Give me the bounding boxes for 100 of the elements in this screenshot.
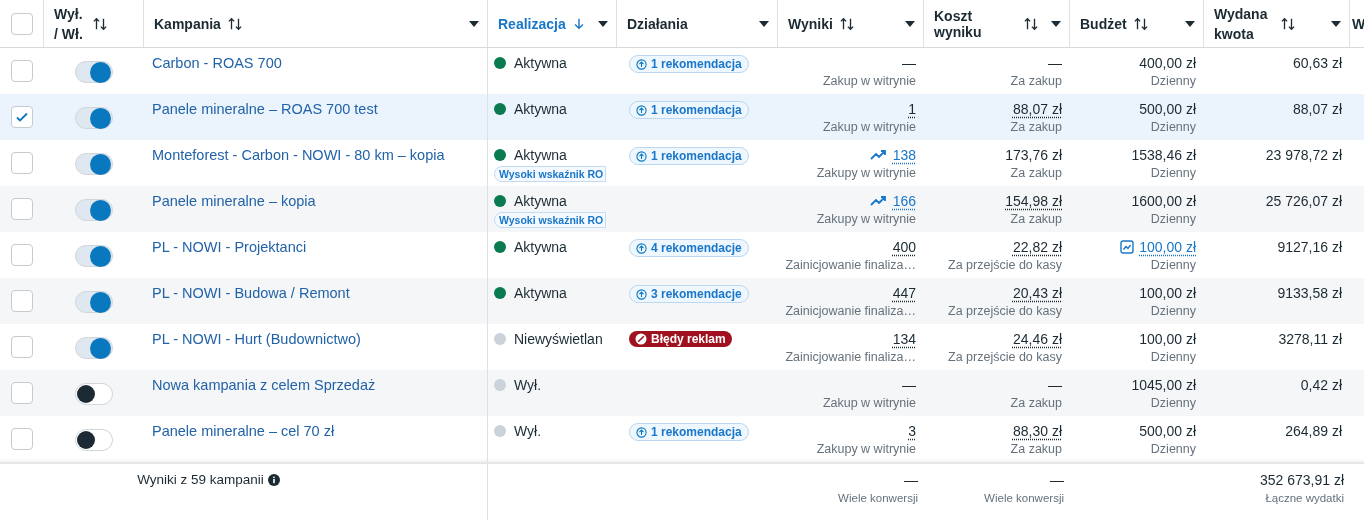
budget-label: Dzienny xyxy=(1150,74,1196,88)
results-value[interactable]: 1 xyxy=(908,101,916,117)
results-value[interactable]: 447 xyxy=(892,285,916,301)
results-label: Zakupy w witrynie xyxy=(816,166,916,180)
row-checkbox[interactable] xyxy=(11,152,33,174)
recommendation-badge[interactable]: 1 rekomendacja xyxy=(629,147,749,165)
column-header[interactable]: Koszt wyniku xyxy=(934,7,1017,40)
caret-icon[interactable] xyxy=(1331,20,1341,27)
sort-icon[interactable] xyxy=(226,16,243,31)
budget-value: 100,00 zł xyxy=(1139,285,1196,301)
sort-icon[interactable] xyxy=(838,16,855,31)
column-header[interactable]: Wył. / Wł. xyxy=(54,3,86,44)
status-text: Wył. xyxy=(514,423,542,439)
cost-value[interactable]: 154,98 zł xyxy=(1005,193,1062,209)
recommendation-badge[interactable]: 4 rekomendacje xyxy=(629,239,749,257)
caret-icon[interactable] xyxy=(469,20,479,27)
caret-icon[interactable] xyxy=(1185,20,1195,27)
alert-badge[interactable]: Wysoki wskaźnik RO xyxy=(494,166,607,182)
recommendation-badge[interactable]: 1 rekomendacja xyxy=(629,55,749,73)
column-header[interactable]: Kampania xyxy=(154,15,221,32)
alert-badge[interactable]: Wysoki wskaźnik RO xyxy=(494,212,607,228)
column-header[interactable]: Budżet xyxy=(1080,15,1127,32)
budget-label: Dzienny xyxy=(1150,258,1196,272)
column-header[interactable]: Realizacja xyxy=(498,15,566,32)
campaign-link[interactable]: PL - NOWI - Budowa / Remont xyxy=(152,285,350,301)
toggle-switch[interactable] xyxy=(75,383,113,405)
results-value[interactable]: 400 xyxy=(892,239,916,255)
results-value[interactable]: 134 xyxy=(892,331,916,347)
row-checkbox[interactable] xyxy=(11,60,33,82)
toggle-switch[interactable] xyxy=(75,291,113,313)
row-checkbox[interactable] xyxy=(11,428,33,450)
sort-icon[interactable] xyxy=(1132,16,1149,31)
toggle-switch[interactable] xyxy=(75,153,113,175)
cost-value[interactable]: 88,30 zł xyxy=(1012,423,1062,439)
spent-value: 25 726,07 zł xyxy=(1265,193,1342,209)
sort-icon[interactable] xyxy=(92,16,108,31)
cost-label: Za zakup xyxy=(1010,120,1062,134)
column-header[interactable]: Działania xyxy=(627,15,688,32)
error-badge[interactable]: Błędy reklam xyxy=(629,331,732,347)
campaign-link[interactable]: PL - NOWI - Projektanci xyxy=(152,239,307,255)
row-checkbox[interactable] xyxy=(11,106,33,128)
cost-value[interactable]: 88,07 zł xyxy=(1012,101,1062,117)
cost-label: Za zakup xyxy=(1010,442,1062,456)
results-value: — xyxy=(902,377,916,393)
campaign-link[interactable]: Panele mineralne – kopia xyxy=(152,193,316,209)
status-text: Niewyświetlan xyxy=(514,331,603,347)
campaign-link[interactable]: Nowa kampania z celem Sprzedaż xyxy=(152,377,376,393)
chart-icon[interactable] xyxy=(1120,240,1135,254)
sort-icon[interactable] xyxy=(1280,16,1296,31)
status-text: Aktywna xyxy=(514,101,567,117)
cost-value: — xyxy=(1048,55,1062,71)
row-checkbox[interactable] xyxy=(11,336,33,358)
budget-value[interactable]: 100,00 zł xyxy=(1139,239,1196,255)
caret-icon[interactable] xyxy=(759,20,769,27)
status-text: Aktywna xyxy=(514,147,567,163)
toggle-switch[interactable] xyxy=(75,429,113,451)
info-icon[interactable] xyxy=(267,474,280,486)
row-checkbox[interactable] xyxy=(11,290,33,312)
column-header[interactable]: Wydana kwota xyxy=(1214,3,1274,44)
row-checkbox[interactable] xyxy=(11,244,33,266)
results-label: Zakup w witrynie xyxy=(822,74,916,88)
budget-label: Dzienny xyxy=(1150,350,1196,364)
recommendation-badge[interactable]: 1 rekomendacja xyxy=(629,101,749,119)
results-value[interactable]: 166 xyxy=(892,193,916,209)
cost-value[interactable]: 20,43 zł xyxy=(1012,285,1062,301)
recommendation-badge[interactable]: 3 rekomendacje xyxy=(629,285,749,303)
cost-label: Za przejście do kasy xyxy=(948,304,1062,318)
campaign-link[interactable]: Carbon - ROAS 700 xyxy=(152,55,282,71)
budget-value: 400,00 zł xyxy=(1139,55,1196,71)
spent-value: 3278,11 zł xyxy=(1278,331,1342,347)
results-value[interactable]: 138 xyxy=(892,147,916,163)
row-checkbox[interactable] xyxy=(11,198,33,220)
cost-value[interactable]: 24,46 zł xyxy=(1012,331,1062,347)
toggle-switch[interactable] xyxy=(75,61,113,83)
sort-icon[interactable] xyxy=(1023,16,1039,31)
toggle-switch[interactable] xyxy=(75,199,113,221)
results-label: Zainicjowanie finaliza… xyxy=(785,304,916,318)
budget-value: 1600,00 zł xyxy=(1131,193,1196,209)
select-all-checkbox[interactable] xyxy=(10,12,33,35)
trend-up-icon xyxy=(869,195,888,207)
caret-icon[interactable] xyxy=(1051,20,1061,27)
results-value[interactable]: 3 xyxy=(908,423,916,439)
cost-total-label: Wiele konwersji xyxy=(984,492,1064,504)
toggle-switch[interactable] xyxy=(75,337,113,359)
cost-value[interactable]: 22,82 zł xyxy=(1012,239,1062,255)
campaign-link[interactable]: Monteforest - Carbon - NOWI - 80 km – kopia xyxy=(152,147,445,163)
recommendation-badge[interactable]: 1 rekomendacja xyxy=(629,423,749,441)
status-text: Aktywna xyxy=(514,55,567,71)
campaign-link[interactable]: Panele mineralne – cel 70 zł xyxy=(152,423,335,439)
caret-icon[interactable] xyxy=(598,20,608,27)
campaign-link[interactable]: PL - NOWI - Hurt (Budownictwo) xyxy=(152,331,361,347)
column-header[interactable]: Wyniki xyxy=(788,15,833,32)
budget-label: Dzienny xyxy=(1150,442,1196,456)
toggle-switch[interactable] xyxy=(75,245,113,267)
budget-label: Dzienny xyxy=(1150,304,1196,318)
campaign-link[interactable]: Panele mineralne – ROAS 700 test xyxy=(152,101,378,117)
caret-icon[interactable] xyxy=(905,20,915,27)
row-checkbox[interactable] xyxy=(11,382,33,404)
results-label: Zakupy w witrynie xyxy=(816,212,916,226)
toggle-switch[interactable] xyxy=(75,107,113,129)
